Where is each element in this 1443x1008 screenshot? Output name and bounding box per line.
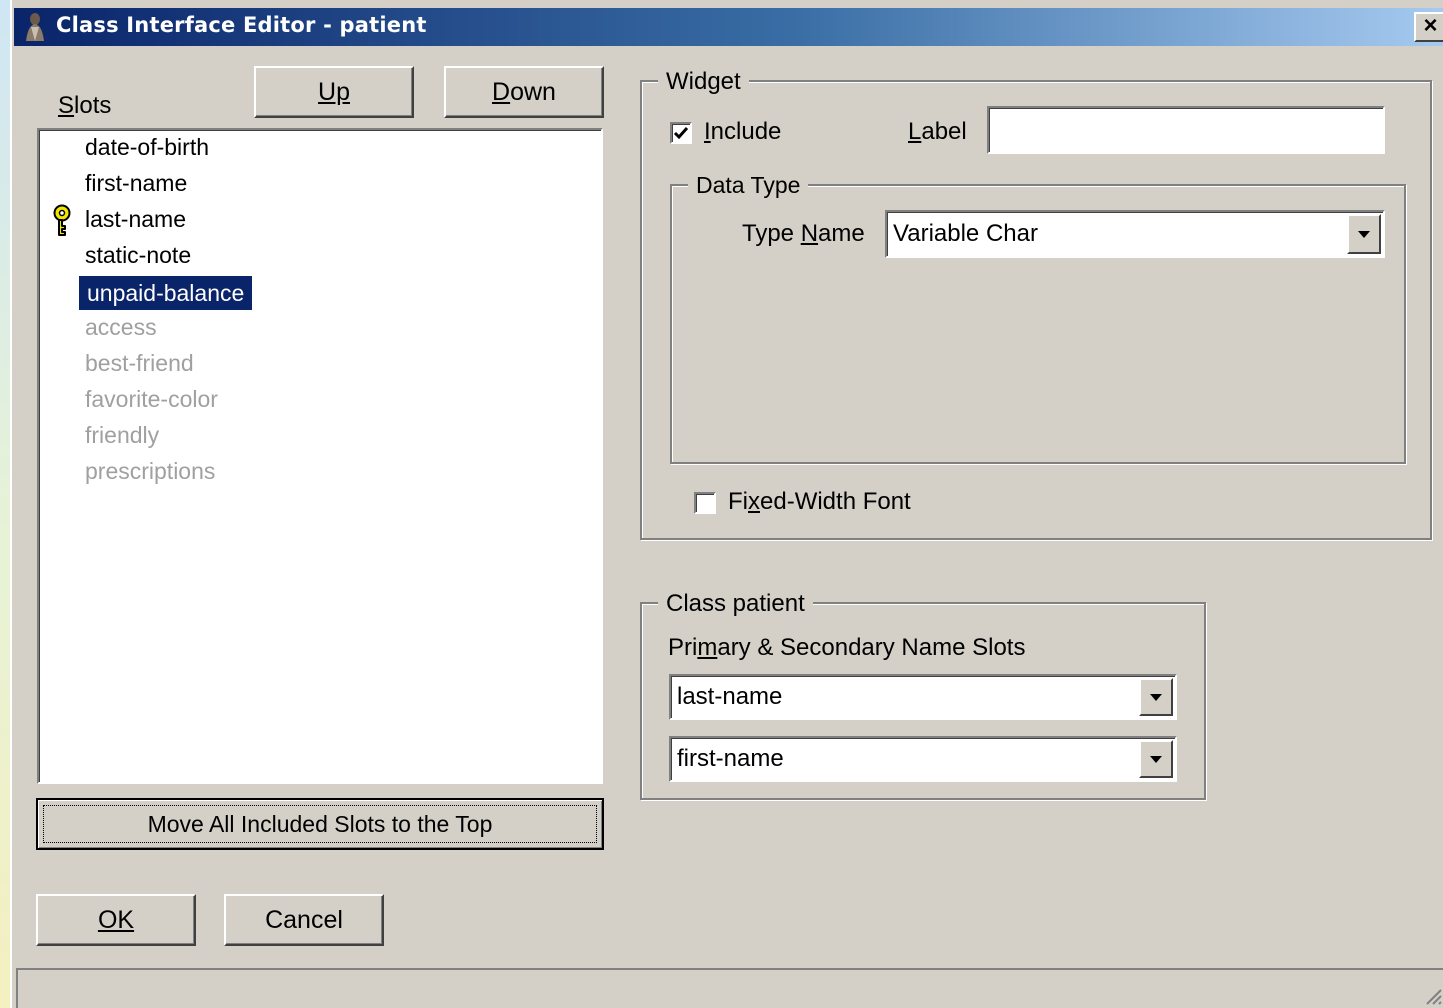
- slots-list[interactable]: date-of-birth first-name last-name stati…: [37, 128, 603, 784]
- type-name-label: Type Name: [742, 220, 865, 247]
- up-button[interactable]: Up: [254, 66, 414, 118]
- ok-label: OK: [97, 905, 135, 934]
- secondary-name-slot-dropdown[interactable]: first-name: [669, 736, 1177, 782]
- fixed-width-label: Fixed-Width Font: [728, 488, 911, 515]
- slots-label-rest: lots: [74, 92, 112, 119]
- up-button-label: Up: [318, 77, 350, 106]
- primary-dropdown-button[interactable]: [1139, 678, 1173, 716]
- include-label: Include: [704, 118, 782, 145]
- chevron-down-icon: [1358, 231, 1370, 238]
- ok-button[interactable]: OK: [36, 894, 196, 946]
- cancel-button[interactable]: Cancel: [224, 894, 384, 946]
- slots-label: Slots: [58, 92, 111, 120]
- desktop-background: [0, 0, 10, 1008]
- fixed-width-checkbox[interactable]: [694, 492, 716, 514]
- include-checkbox[interactable]: [670, 122, 692, 144]
- secondary-name-slot-value: first-name: [677, 745, 784, 772]
- type-name-dropdown[interactable]: Variable Char: [885, 210, 1385, 258]
- secondary-dropdown-button[interactable]: [1139, 740, 1173, 778]
- primary-name-slot-dropdown[interactable]: last-name: [669, 674, 1177, 720]
- label-input[interactable]: [987, 106, 1385, 154]
- list-item[interactable]: access: [77, 310, 165, 344]
- label-label: Label: [908, 118, 967, 145]
- close-icon: ×: [1423, 12, 1438, 39]
- app-icon: [22, 11, 48, 43]
- close-button[interactable]: ×: [1414, 12, 1443, 42]
- list-item-selected[interactable]: unpaid-balance: [79, 276, 253, 310]
- data-type-legend: Data Type: [688, 172, 809, 199]
- list-item[interactable]: last-name: [77, 202, 194, 236]
- slots-label-mnemonic: S: [58, 92, 75, 119]
- primary-name-slot-value: last-name: [677, 683, 783, 710]
- list-item[interactable]: date-of-birth: [77, 130, 217, 164]
- window-title: Class Interface Editor - patient: [56, 13, 427, 37]
- key-icon: [49, 204, 75, 238]
- name-slots-label: Primary & Secondary Name Slots: [668, 634, 1026, 661]
- class-legend: Class patient: [658, 590, 813, 618]
- list-item[interactable]: prescriptions: [77, 454, 223, 488]
- list-item[interactable]: favorite-color: [77, 382, 226, 416]
- down-button-label: Down: [492, 77, 556, 106]
- list-item[interactable]: friendly: [77, 418, 167, 452]
- checkmark-icon: [673, 127, 689, 140]
- list-item[interactable]: static-note: [77, 238, 199, 272]
- chevron-down-icon: [1150, 756, 1162, 763]
- resize-grip-icon[interactable]: [1423, 986, 1443, 1006]
- list-item[interactable]: first-name: [77, 166, 195, 200]
- type-name-dropdown-button[interactable]: [1347, 214, 1381, 254]
- focus-rectangle: [43, 805, 597, 843]
- status-bar: [16, 968, 1443, 1008]
- type-name-value: Variable Char: [893, 220, 1038, 247]
- cancel-label: Cancel: [265, 905, 343, 934]
- widget-legend: Widget: [658, 68, 749, 96]
- chevron-down-icon: [1150, 694, 1162, 701]
- list-item[interactable]: best-friend: [77, 346, 202, 380]
- move-all-included-button[interactable]: Move All Included Slots to the Top: [36, 798, 604, 850]
- down-button[interactable]: Down: [444, 66, 604, 118]
